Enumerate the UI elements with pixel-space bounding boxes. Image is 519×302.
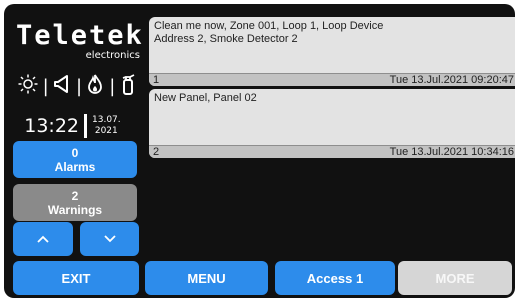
scroll-down-button[interactable] — [80, 222, 139, 256]
event-message-line: New Panel, Panel 02 — [154, 92, 257, 104]
warnings-label: Warnings — [47, 202, 103, 217]
clock-time: 13:22 — [24, 115, 79, 137]
event-row[interactable]: New Panel, Panel 02 2 Tue 13.Jul.2021 10… — [149, 89, 515, 158]
alarms-count: 0 — [71, 145, 79, 160]
chevron-down-icon — [103, 235, 116, 243]
clock: 13:22 13.07. 2021 — [16, 111, 140, 141]
clock-date: 13.07. 2021 — [87, 115, 121, 137]
flame-icon — [83, 74, 107, 98]
event-message: Clean me now, Zone 001, Loop 1, Loop Dev… — [154, 20, 514, 46]
logo-brand: Teletek — [16, 20, 144, 51]
alarms-button[interactable]: 0 Alarms — [13, 141, 137, 178]
event-footer: 1 Tue 13.Jul.2021 09:20:47 — [149, 73, 515, 86]
event-message: New Panel, Panel 02 — [154, 92, 514, 105]
more-button[interactable]: MORE — [398, 261, 512, 295]
event-index: 1 — [153, 74, 160, 86]
teletek-logo: Teletek electronics — [16, 20, 144, 62]
exit-button[interactable]: EXIT — [13, 261, 139, 295]
alarms-label: Alarms — [54, 159, 96, 174]
status-icon-row: | | | — [16, 74, 140, 98]
icon-separator: | — [75, 75, 83, 97]
clock-date-day-month: 13.07. — [92, 115, 121, 125]
sun-icon — [16, 74, 40, 98]
event-footer: 2 Tue 13.Jul.2021 10:34:16 — [149, 145, 515, 158]
clock-date-year: 2021 — [94, 126, 118, 136]
warnings-button[interactable]: 2 Warnings — [13, 184, 137, 221]
menu-button[interactable]: MENU — [145, 261, 268, 295]
access-level-button[interactable]: Access 1 — [275, 261, 395, 295]
logo-subtitle: electronics — [85, 50, 140, 61]
icon-separator: | — [42, 75, 49, 97]
extinguisher-icon — [116, 73, 140, 99]
scroll-up-button[interactable] — [13, 222, 73, 256]
chevron-up-icon — [37, 235, 49, 243]
event-timestamp: Tue 13.Jul.2021 09:20:47 — [389, 74, 514, 86]
event-index: 2 — [153, 146, 160, 158]
event-timestamp: Tue 13.Jul.2021 10:34:16 — [389, 146, 514, 158]
event-row[interactable]: Clean me now, Zone 001, Loop 1, Loop Dev… — [149, 17, 515, 86]
icon-separator: | — [109, 75, 116, 97]
event-message-line: Address 2, Smoke Detector 2 — [154, 33, 298, 45]
speaker-icon — [49, 75, 73, 97]
warnings-count: 2 — [71, 188, 79, 203]
event-message-line: Clean me now, Zone 001, Loop 1, Loop Dev… — [154, 20, 384, 32]
